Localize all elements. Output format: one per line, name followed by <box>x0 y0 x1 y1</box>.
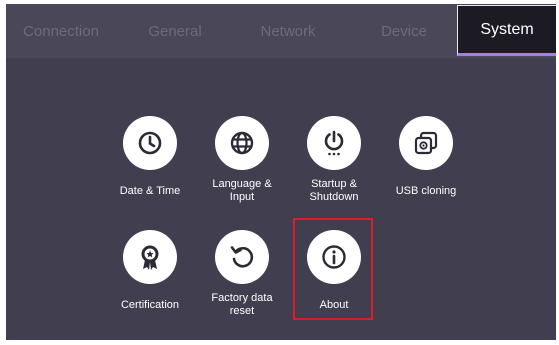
system-settings-screen: Connection General Network Device System… <box>6 4 556 340</box>
startup-shutdown-item[interactable]: Startup & Shutdown <box>289 116 379 204</box>
usb-cloning-item[interactable]: USB cloning <box>381 116 471 204</box>
tab-system[interactable]: System <box>457 5 556 56</box>
usb-cloning-icon <box>399 116 453 170</box>
tab-bar: Connection General Network Device System <box>6 4 556 58</box>
language-input-label: Language & Input <box>212 178 272 203</box>
certificate-badge-icon <box>123 230 177 284</box>
tab-connection[interactable]: Connection <box>6 4 116 58</box>
certification-label: Certification <box>120 298 180 311</box>
startup-shutdown-label: Startup & Shutdown <box>309 178 359 203</box>
power-icon <box>307 116 361 170</box>
usb-cloning-label: USB cloning <box>395 184 457 197</box>
factory-reset-label: Factory data reset <box>211 292 273 317</box>
reset-icon <box>215 230 269 284</box>
tab-network[interactable]: Network <box>234 4 342 58</box>
language-input-item[interactable]: Language & Input <box>197 116 287 204</box>
about-highlight-box <box>293 218 373 320</box>
factory-reset-item[interactable]: Factory data reset <box>197 230 287 318</box>
globe-icon <box>215 116 269 170</box>
date-time-item[interactable]: Date & Time <box>105 116 195 204</box>
tab-device[interactable]: Device <box>350 4 458 58</box>
tab-general[interactable]: General <box>122 4 228 58</box>
certification-item[interactable]: Certification <box>105 230 195 318</box>
date-time-label: Date & Time <box>119 184 181 197</box>
clock-icon <box>123 116 177 170</box>
